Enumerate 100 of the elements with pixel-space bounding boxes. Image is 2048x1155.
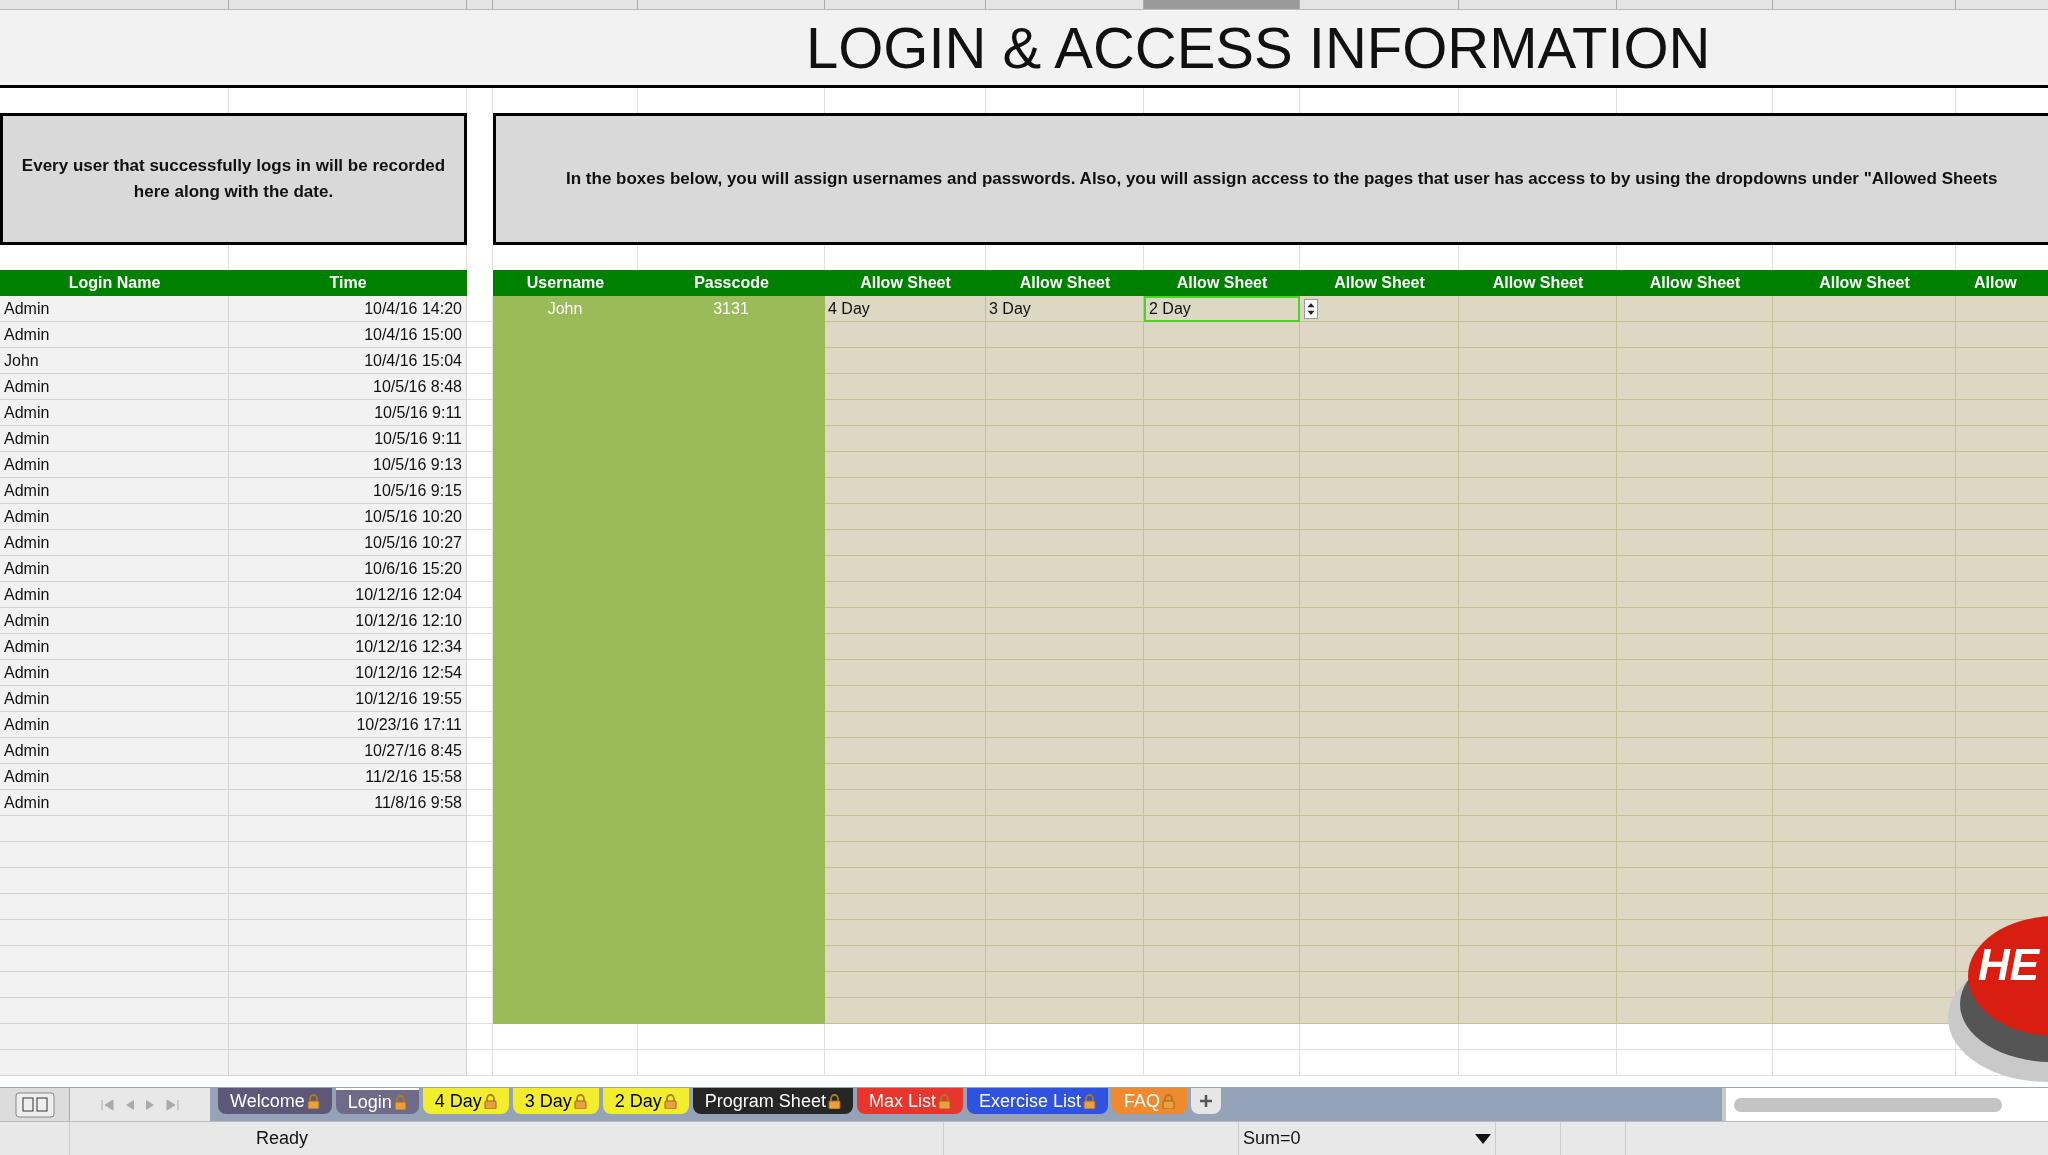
allowed-sheet-cell[interactable] — [825, 998, 986, 1024]
allowed-sheet-cell[interactable] — [825, 322, 986, 348]
allowed-sheet-cell[interactable] — [1773, 972, 1956, 998]
login-time-cell[interactable] — [229, 868, 467, 894]
allowed-sheet-cell[interactable] — [1300, 530, 1459, 556]
spreadsheet-cell[interactable] — [467, 894, 493, 920]
allowed-sheet-cell[interactable] — [825, 400, 986, 426]
allowed-sheet-cell[interactable] — [986, 842, 1144, 868]
login-name-cell[interactable]: Admin — [0, 374, 229, 400]
login-name-cell[interactable] — [0, 1024, 229, 1050]
previous-sheet-icon[interactable] — [124, 1098, 136, 1111]
allowed-sheet-cell[interactable] — [986, 426, 1144, 452]
allowed-sheet-cell[interactable] — [986, 920, 1144, 946]
allowed-sheet-cell[interactable] — [1144, 946, 1300, 972]
allowed-sheet-cell[interactable] — [1144, 920, 1300, 946]
allowed-sheet-cell[interactable] — [1617, 660, 1773, 686]
sheet-tab[interactable]: Exercise List — [966, 1088, 1108, 1114]
allowed-sheet-cell[interactable] — [1459, 920, 1617, 946]
allowed-sheet-cell[interactable] — [986, 686, 1144, 712]
allowed-sheet-cell[interactable] — [1617, 322, 1773, 348]
allowed-sheet-cell[interactable] — [986, 1024, 1144, 1050]
login-name-cell[interactable] — [0, 998, 229, 1024]
login-time-cell[interactable] — [229, 920, 467, 946]
allowed-sheet-cell[interactable] — [1459, 530, 1617, 556]
allowed-sheet-cell[interactable] — [986, 530, 1144, 556]
spreadsheet-cell[interactable] — [467, 738, 493, 764]
sheet-tab[interactable]: Welcome — [218, 1088, 332, 1114]
allowed-sheet-cell[interactable] — [1459, 816, 1617, 842]
login-name-cell[interactable] — [0, 1050, 229, 1076]
allowed-sheet-cell[interactable] — [1773, 920, 1956, 946]
allowed-sheet-cell[interactable] — [1144, 348, 1300, 374]
login-name-cell[interactable]: Admin — [0, 556, 229, 582]
allowed-sheet-cell[interactable] — [1617, 946, 1773, 972]
spreadsheet-cell[interactable] — [467, 504, 493, 530]
allowed-sheet-cell[interactable] — [1617, 764, 1773, 790]
login-name-cell[interactable] — [0, 920, 229, 946]
allowed-sheet-cell[interactable] — [1300, 504, 1459, 530]
allowed-sheet-cell[interactable] — [986, 348, 1144, 374]
allowed-sheet-cell[interactable] — [825, 452, 986, 478]
allowed-sheet-cell[interactable] — [1459, 764, 1617, 790]
allowed-sheet-cell[interactable] — [1300, 686, 1459, 712]
login-time-cell[interactable]: 10/12/16 12:10 — [229, 608, 467, 634]
spreadsheet-cell[interactable] — [467, 998, 493, 1024]
spreadsheet-cell[interactable] — [467, 478, 493, 504]
login-time-cell[interactable] — [229, 894, 467, 920]
allowed-sheet-cell[interactable] — [1617, 348, 1773, 374]
sheet-tab[interactable]: 4 Day — [422, 1088, 509, 1114]
spreadsheet-cell[interactable] — [467, 374, 493, 400]
allowed-sheet-cell[interactable] — [1773, 322, 1956, 348]
allowed-sheet-cell[interactable] — [825, 920, 986, 946]
allowed-sheet-cell[interactable] — [1773, 296, 1956, 322]
allowed-sheet-cell[interactable] — [1144, 712, 1300, 738]
login-time-cell[interactable]: 10/5/16 9:11 — [229, 400, 467, 426]
allowed-sheet-cell[interactable] — [1144, 764, 1300, 790]
spreadsheet-cell[interactable] — [467, 1050, 493, 1076]
allowed-sheet-cell[interactable] — [1459, 426, 1617, 452]
allowed-sheet-cell[interactable] — [1773, 842, 1956, 868]
allowed-sheet-cell[interactable] — [1773, 1050, 1956, 1076]
login-time-cell[interactable]: 10/5/16 10:20 — [229, 504, 467, 530]
spreadsheet-cell[interactable] — [467, 790, 493, 816]
allowed-sheet-cell[interactable] — [1144, 816, 1300, 842]
allowed-sheet-cell[interactable] — [986, 634, 1144, 660]
login-time-cell[interactable]: 10/12/16 19:55 — [229, 686, 467, 712]
allowed-sheet-cell[interactable] — [1459, 504, 1617, 530]
allowed-sheet-cell[interactable] — [825, 556, 986, 582]
allowed-sheet-cell[interactable] — [1773, 348, 1956, 374]
login-name-cell[interactable] — [0, 816, 229, 842]
allowed-sheet-cell[interactable] — [1459, 1050, 1617, 1076]
login-name-cell[interactable]: Admin — [0, 426, 229, 452]
allowed-sheet-cell[interactable] — [825, 582, 986, 608]
allowed-sheet-cell[interactable] — [1144, 530, 1300, 556]
allowed-sheet-cell[interactable] — [1459, 842, 1617, 868]
next-sheet-icon[interactable] — [144, 1098, 156, 1111]
allowed-sheet-cell[interactable] — [1459, 322, 1617, 348]
allowed-sheet-cell[interactable] — [1459, 400, 1617, 426]
allowed-sheet-cell[interactable] — [986, 816, 1144, 842]
allowed-sheet-cell[interactable] — [1773, 868, 1956, 894]
allowed-sheet-cell[interactable] — [1300, 738, 1459, 764]
allowed-sheet-cell[interactable] — [986, 400, 1144, 426]
allowed-sheet-cell[interactable] — [1617, 790, 1773, 816]
allowed-sheet-cell[interactable] — [1617, 686, 1773, 712]
allowed-sheet-cell[interactable] — [1773, 946, 1956, 972]
allowed-sheet-cell[interactable] — [1300, 790, 1459, 816]
spreadsheet-cell[interactable] — [467, 556, 493, 582]
allowed-sheet-cell[interactable] — [1459, 660, 1617, 686]
login-name-cell[interactable] — [0, 894, 229, 920]
allowed-sheet-cell[interactable] — [1459, 712, 1617, 738]
allowed-sheet-cell[interactable] — [1773, 478, 1956, 504]
allowed-sheet-cell[interactable] — [1773, 400, 1956, 426]
login-name-cell[interactable]: Admin — [0, 764, 229, 790]
allowed-sheet-cell[interactable] — [1300, 764, 1459, 790]
allowed-sheet-cell[interactable] — [1459, 1024, 1617, 1050]
spreadsheet-cell[interactable] — [467, 296, 493, 322]
allowed-sheet-cell[interactable] — [986, 998, 1144, 1024]
login-name-cell[interactable]: Admin — [0, 504, 229, 530]
login-name-cell[interactable] — [0, 868, 229, 894]
allowed-sheet-cell[interactable] — [1300, 972, 1459, 998]
first-sheet-icon[interactable] — [100, 1098, 116, 1111]
login-time-cell[interactable] — [229, 1050, 467, 1076]
allowed-sheet-cell[interactable] — [825, 348, 986, 374]
